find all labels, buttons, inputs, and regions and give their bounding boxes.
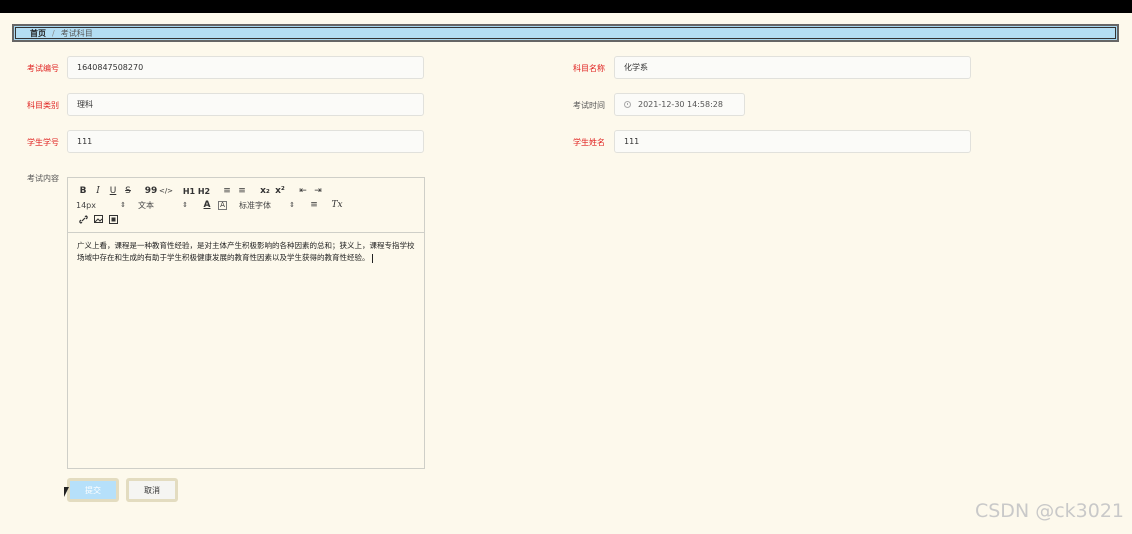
content-label: 考试内容 — [27, 174, 59, 183]
watermark: CSDN @ck3021 — [974, 500, 1124, 522]
italic-button[interactable]: I — [91, 185, 105, 197]
breadcrumb-separator: / — [52, 28, 55, 38]
clean-format-button[interactable]: Tx — [330, 199, 344, 211]
student-name-input[interactable]: 111 — [614, 130, 971, 153]
blockquote-button[interactable]: 99 — [144, 185, 158, 197]
editor-content-area[interactable]: 广义上看，课程是一种教育性经验，是对主体产生积极影响的各种因素的总和；狭义上，课… — [68, 233, 424, 271]
text-cursor — [371, 253, 373, 263]
header-select[interactable]: 文本 ⇕ — [138, 200, 188, 211]
exam-time-picker[interactable]: 2021-12-30 14:58:28 — [614, 93, 745, 116]
image-icon[interactable] — [91, 213, 105, 225]
text-color-button[interactable]: A — [200, 199, 214, 211]
clock-icon — [624, 101, 631, 108]
select-arrow-icon: ⇕ — [120, 201, 126, 209]
font-size-select[interactable]: 14px ⇕ — [76, 201, 126, 210]
heading2-button[interactable]: H2 — [197, 185, 211, 197]
subject-type-input[interactable]: 理科 — [67, 93, 424, 116]
student-id-label: 学生学号 — [27, 138, 59, 147]
code-block-button[interactable]: </> — [159, 185, 173, 197]
exam-no-input[interactable]: 1640847508270 — [67, 56, 424, 79]
student-id-input[interactable]: 111 — [67, 130, 424, 153]
superscript-button[interactable]: x² — [273, 185, 287, 197]
subscript-button[interactable]: x₂ — [258, 185, 272, 197]
link-icon[interactable] — [76, 213, 90, 225]
select-arrow-icon: ⇕ — [182, 201, 188, 209]
breadcrumb-current: 考试科目 — [60, 28, 93, 38]
rich-text-editor: B I U S 99 </> H1 H2 ≡ ≡ x₂ x² ⇤ ⇥ 14px ⇕ — [67, 177, 425, 469]
submit-button[interactable]: 提交 — [67, 478, 119, 502]
breadcrumb: 首页 / 考试科目 — [15, 27, 1116, 39]
cancel-button[interactable]: 取消 — [126, 478, 178, 502]
header-value: 文本 — [138, 200, 154, 210]
subject-name-input[interactable]: 化学系 — [614, 56, 971, 79]
font-family-value: 标准字体 — [239, 200, 271, 210]
bullet-list-button[interactable]: ≡ — [235, 185, 249, 197]
select-arrow-icon: ⇕ — [289, 201, 295, 209]
underline-button[interactable]: U — [106, 185, 120, 197]
mouse-pointer-icon — [64, 487, 69, 497]
breadcrumb-home-link[interactable]: 首页 — [30, 28, 46, 39]
outdent-button[interactable]: ⇤ — [296, 185, 310, 197]
subject-type-label: 科目类别 — [27, 101, 59, 110]
indent-button[interactable]: ⇥ — [311, 185, 325, 197]
exam-no-label: 考试编号 — [27, 64, 59, 73]
align-button[interactable]: ≡ — [307, 199, 321, 211]
bold-button[interactable]: B — [76, 185, 90, 197]
background-color-button[interactable]: A — [218, 200, 227, 210]
editor-toolbar: B I U S 99 </> H1 H2 ≡ ≡ x₂ x² ⇤ ⇥ 14px ⇕ — [68, 178, 424, 233]
student-name-label: 学生姓名 — [573, 138, 605, 147]
font-size-value: 14px — [76, 200, 96, 210]
heading1-button[interactable]: H1 — [182, 185, 196, 197]
window-top-bar — [0, 0, 1132, 13]
exam-time-value: 2021-12-30 14:58:28 — [638, 100, 723, 109]
strike-button[interactable]: S — [121, 185, 135, 197]
font-family-select[interactable]: 标准字体 ⇕ — [239, 200, 295, 211]
ordered-list-button[interactable]: ≡ — [220, 185, 234, 197]
subject-name-label: 科目名称 — [573, 64, 605, 73]
exam-time-label: 考试时间 — [573, 101, 605, 110]
video-icon[interactable] — [106, 213, 120, 225]
editor-text: 广义上看，课程是一种教育性经验，是对主体产生积极影响的各种因素的总和；狭义上，课… — [77, 241, 415, 262]
breadcrumb-container: 首页 / 考试科目 — [12, 24, 1119, 42]
